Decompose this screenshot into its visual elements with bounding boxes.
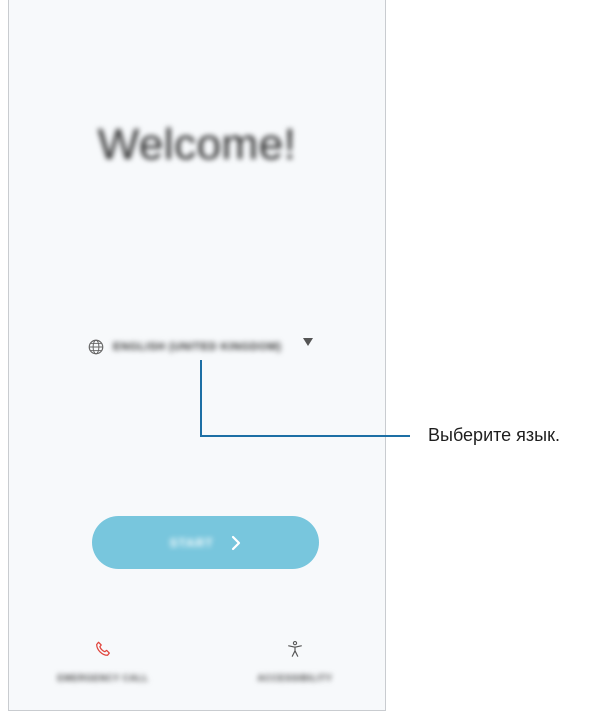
start-button-label: START [169, 535, 214, 550]
welcome-title: Welcome! [97, 120, 297, 169]
callout-text: Выберите язык. [428, 425, 560, 445]
chevron-right-icon [231, 535, 240, 550]
accessibility-icon [288, 640, 302, 657]
emergency-call-label: EMERGENCY CALL [57, 673, 149, 683]
language-selector[interactable]: ENGLISH (UNITED KINGDOM) [87, 336, 327, 358]
phone-screen: Welcome! ENGLISH (UNITED KINGDOM) START … [8, 0, 386, 711]
phone-icon [96, 641, 110, 656]
dropdown-arrow-icon[interactable] [303, 338, 313, 346]
accessibility-label: ACCESSIBILITY [257, 673, 333, 683]
start-button[interactable]: START [92, 516, 319, 569]
language-selected-text: ENGLISH (UNITED KINGDOM) [113, 341, 282, 353]
globe-icon [88, 339, 104, 355]
accessibility-button[interactable]: ACCESSIBILITY [235, 640, 355, 686]
callout-line-horizontal [200, 435, 410, 437]
callout-line-vertical [200, 360, 202, 437]
emergency-call-button[interactable]: EMERGENCY CALL [43, 640, 163, 686]
